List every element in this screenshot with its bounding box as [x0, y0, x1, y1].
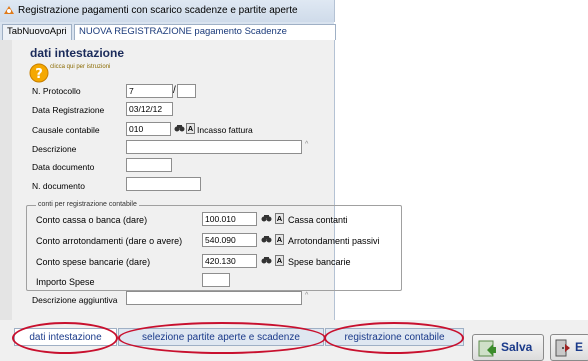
causale-label: Causale contabile	[32, 125, 100, 135]
importo-spese-input[interactable]	[202, 273, 230, 287]
causale-code-input[interactable]: 010	[126, 122, 171, 136]
highlight-oval-dati	[12, 322, 118, 354]
app-icon	[4, 6, 14, 14]
conto-arrotondamenti-label: Conto arrotondamenti (dare o avere)	[36, 236, 183, 246]
conto-arrotondamenti-lookup-a-button[interactable]: A	[275, 234, 284, 245]
causale-description: Incasso fattura	[197, 125, 253, 135]
help-icon[interactable]: ?	[29, 63, 49, 83]
left-gutter	[0, 40, 12, 320]
data-documento-input[interactable]	[126, 158, 172, 172]
conto-arrotondamenti-description: Arrotondamenti passivi	[288, 236, 380, 246]
importo-spese-label: Importo Spese	[36, 277, 95, 287]
conto-spese-label: Conto spese bancarie (dare)	[36, 257, 151, 267]
protocollo-slash: /	[173, 85, 176, 96]
tab-nuovo-apri[interactable]: TabNuovoApri	[2, 24, 72, 40]
descrizione-aggiuntiva-expand-icon[interactable]: ^	[305, 292, 308, 299]
descrizione-aggiuntiva-input[interactable]	[126, 291, 302, 305]
exit-button[interactable]: E	[550, 334, 588, 361]
save-button-label: Salva	[501, 340, 533, 354]
conti-legend: conti per registrazione contabile	[36, 201, 139, 208]
highlight-oval-registrazione	[324, 322, 464, 354]
conto-spese-lookup-a-button[interactable]: A	[275, 255, 284, 266]
highlight-oval-selezione	[118, 322, 326, 354]
descrizione-input[interactable]	[126, 140, 302, 154]
causale-search-icon[interactable]	[174, 123, 185, 134]
conto-arrotondamenti-input[interactable]: 540.090	[202, 233, 257, 247]
protocollo-input[interactable]: 7	[126, 84, 173, 98]
exit-button-label: E	[575, 340, 584, 354]
conto-cassa-input[interactable]: 100.010	[202, 212, 257, 226]
descrizione-expand-icon[interactable]: ^	[305, 141, 308, 148]
save-icon	[478, 340, 496, 357]
conto-spese-input[interactable]: 420.130	[202, 254, 257, 268]
n-documento-input[interactable]	[126, 177, 201, 191]
data-registrazione-input[interactable]: 03/12/12	[126, 102, 173, 116]
data-documento-label: Data documento	[32, 162, 95, 172]
exit-door-icon	[555, 339, 570, 357]
window-titlebar: Registrazione pagamenti con scarico scad…	[0, 0, 335, 22]
protocollo-label: N. Protocollo	[32, 86, 81, 96]
conto-cassa-search-icon[interactable]	[261, 213, 272, 224]
descrizione-aggiuntiva-label: Descrizione aggiuntiva	[32, 295, 118, 305]
conto-cassa-label: Conto cassa o banca (dare)	[36, 215, 148, 225]
conto-cassa-description: Cassa contanti	[288, 215, 348, 225]
descrizione-label: Descrizione	[32, 144, 77, 154]
tab-nuova-registrazione[interactable]: NUOVA REGISTRAZIONE pagamento Scadenze	[74, 24, 336, 40]
section-title: dati intestazione	[30, 46, 125, 60]
conto-cassa-lookup-a-button[interactable]: A	[275, 213, 284, 224]
window-title: Registrazione pagamenti con scarico scad…	[18, 5, 298, 16]
n-documento-label: N. documento	[32, 181, 85, 191]
save-button[interactable]: Salva	[472, 334, 544, 361]
protocollo-suffix-input[interactable]	[177, 84, 196, 98]
conto-arrotondamenti-search-icon[interactable]	[261, 234, 272, 245]
svg-text:?: ?	[35, 67, 43, 82]
causale-lookup-a-button[interactable]: A	[186, 123, 195, 134]
conto-spese-search-icon[interactable]	[261, 255, 272, 266]
help-link[interactable]: clicca qui per istruzioni	[50, 64, 110, 70]
conto-spese-description: Spese bancarie	[288, 257, 351, 267]
data-registrazione-label: Data Registrazione	[32, 105, 105, 115]
